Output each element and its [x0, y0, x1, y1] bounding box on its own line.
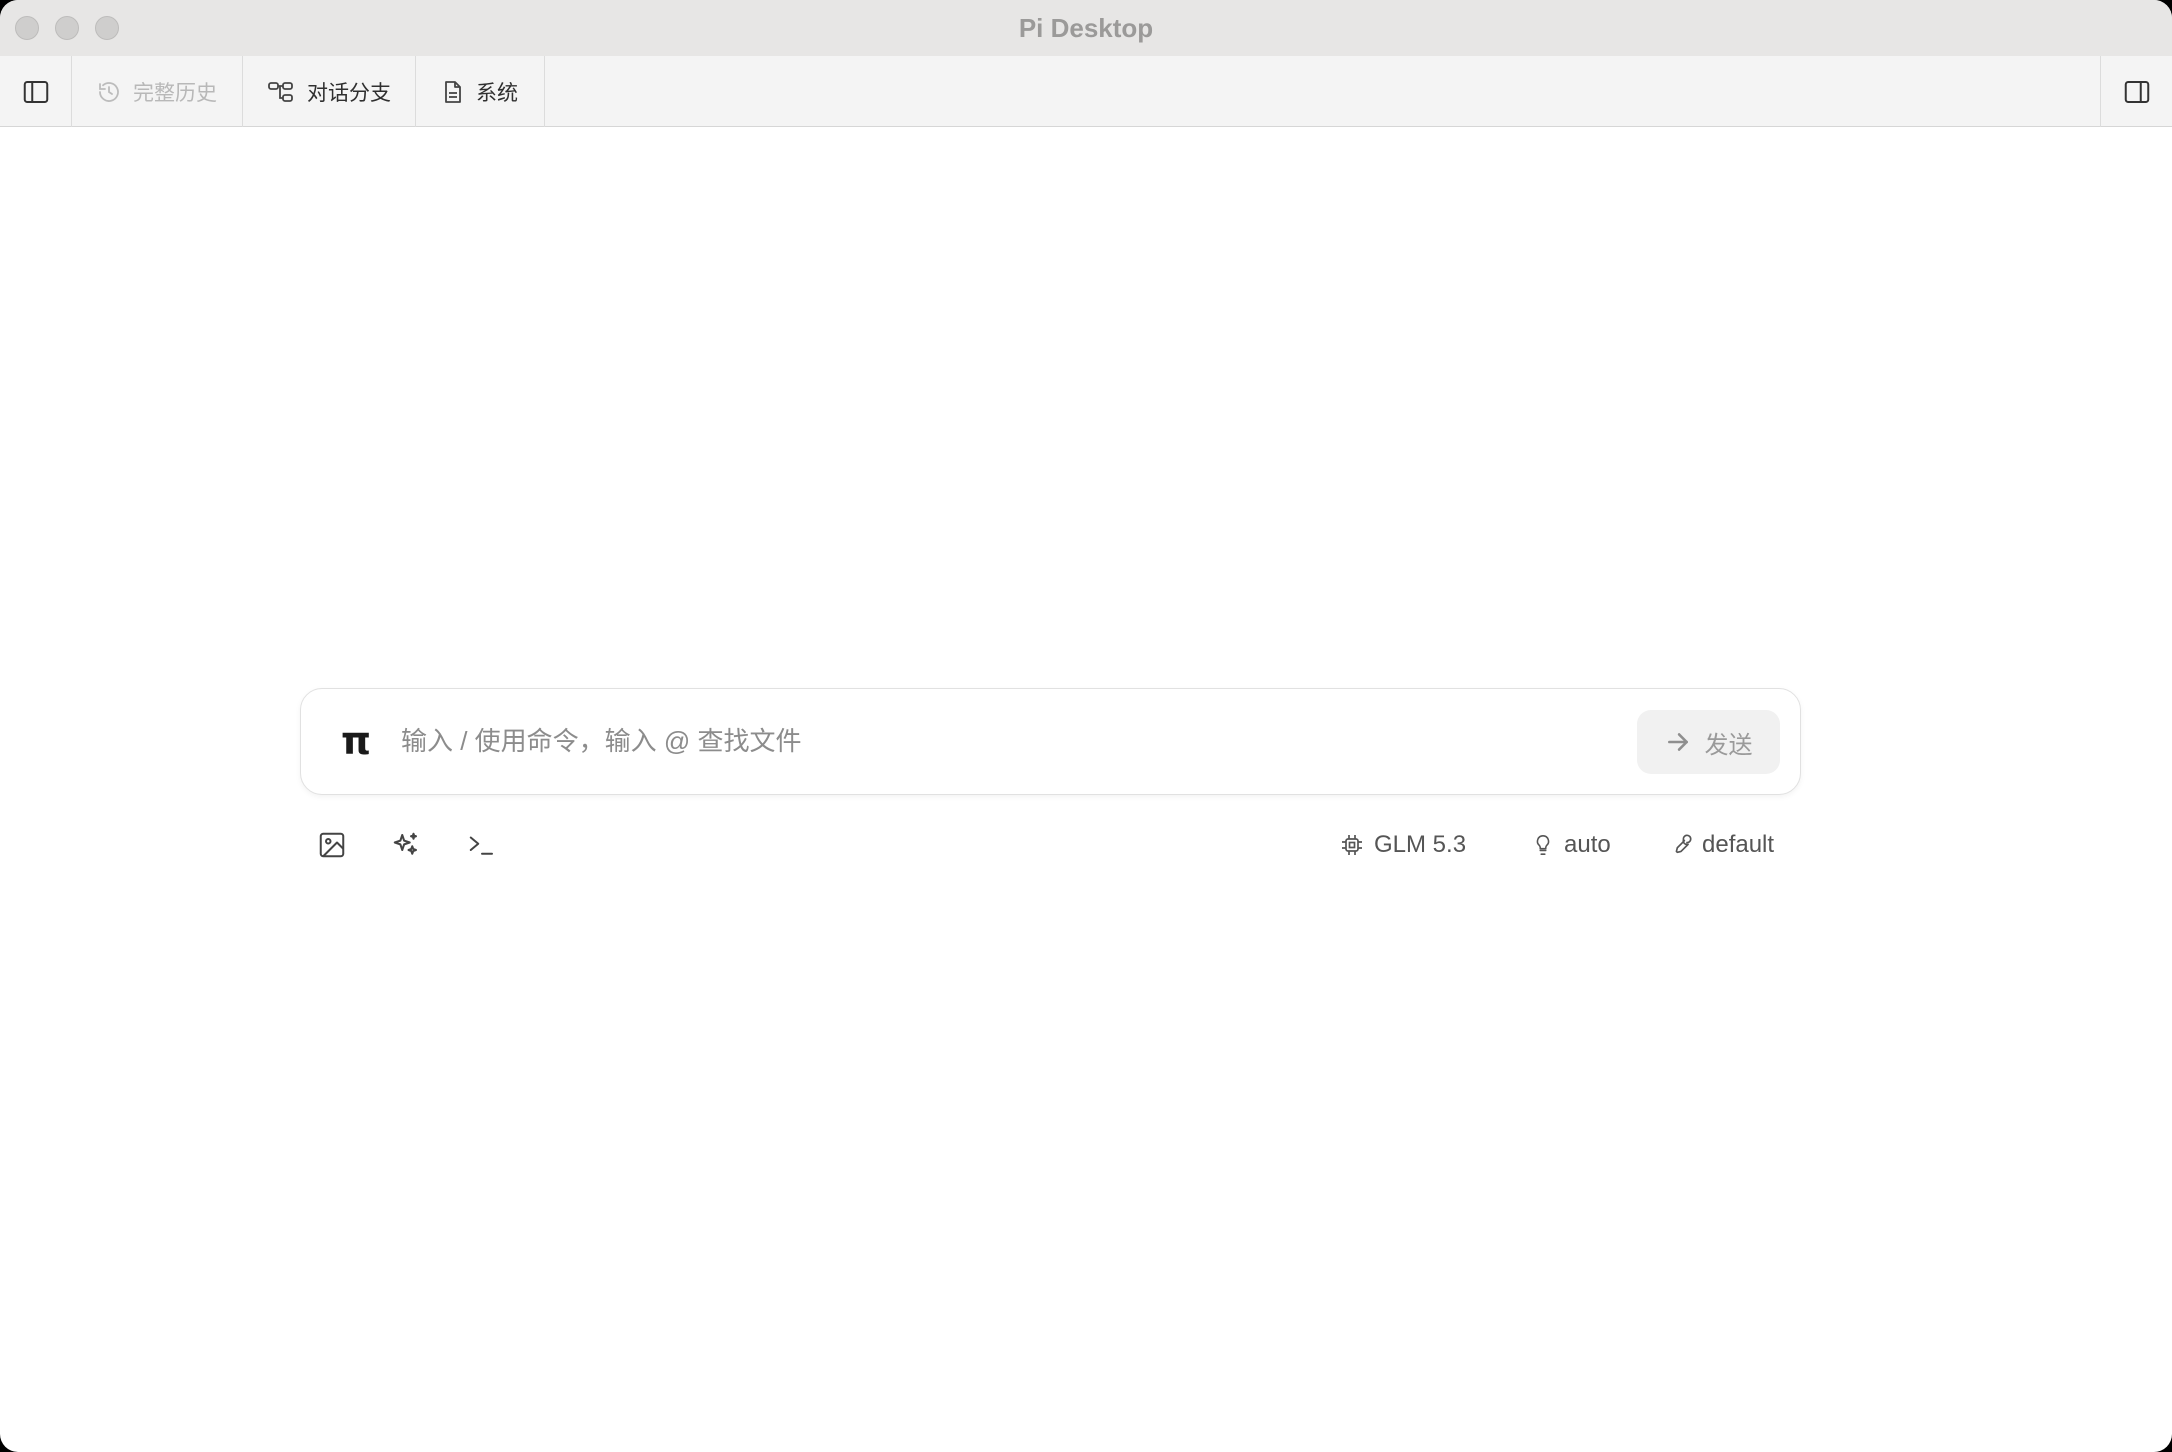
- model-selector[interactable]: GLM 5.3: [1340, 827, 1466, 863]
- wrench-icon: [1670, 834, 1692, 856]
- mode-label: default: [1702, 831, 1775, 858]
- image-icon: [317, 830, 347, 860]
- branch-icon: [267, 80, 295, 104]
- sidebar-left-icon: [21, 77, 51, 107]
- send-label: 发送: [1704, 731, 1753, 759]
- app-window: Pi Desktop 完整历史 对话分支 系统 π 输入 / 使用命令，输入 @…: [0, 0, 2172, 1452]
- prompt-composer: π 发送: [300, 688, 1801, 795]
- tab-label: 对话分支: [307, 81, 391, 105]
- tab-label: 完整历史: [133, 81, 217, 105]
- terminal-icon: [467, 830, 497, 860]
- terminal-button[interactable]: [464, 827, 500, 863]
- thinking-label: auto: [1564, 831, 1611, 858]
- arrow-right-icon: [1665, 729, 1691, 755]
- skills-button[interactable]: [388, 827, 424, 863]
- toolbar: 完整历史 对话分支 系统: [0, 56, 2172, 127]
- chip-icon: [1340, 833, 1364, 857]
- document-icon: [442, 80, 464, 104]
- lightbulb-icon: [1532, 833, 1554, 857]
- model-label: GLM 5.3: [1374, 831, 1467, 858]
- toggle-left-sidebar-button[interactable]: [0, 56, 72, 127]
- tab-conversation-branch[interactable]: 对话分支: [243, 56, 416, 127]
- mode-selector[interactable]: default: [1670, 827, 1774, 863]
- attach-image-button[interactable]: [314, 827, 350, 863]
- toggle-right-sidebar-button[interactable]: [2100, 56, 2172, 127]
- thinking-selector[interactable]: auto: [1532, 827, 1611, 863]
- pi-logo: π: [341, 719, 372, 763]
- send-button[interactable]: 发送: [1637, 710, 1780, 774]
- sidebar-right-icon: [2122, 77, 2152, 107]
- tab-label: 系统: [476, 81, 518, 105]
- window-title: Pi Desktop: [1018, 13, 1154, 43]
- history-icon: [97, 80, 121, 104]
- tab-full-history[interactable]: 完整历史: [72, 56, 243, 127]
- prompt-input[interactable]: [401, 715, 1421, 767]
- sparkle-icon: [391, 830, 421, 860]
- composer-actions: GLM 5.3 auto default: [300, 823, 1801, 867]
- tab-system[interactable]: 系统: [416, 56, 545, 127]
- title-bar: Pi Desktop: [0, 0, 2172, 56]
